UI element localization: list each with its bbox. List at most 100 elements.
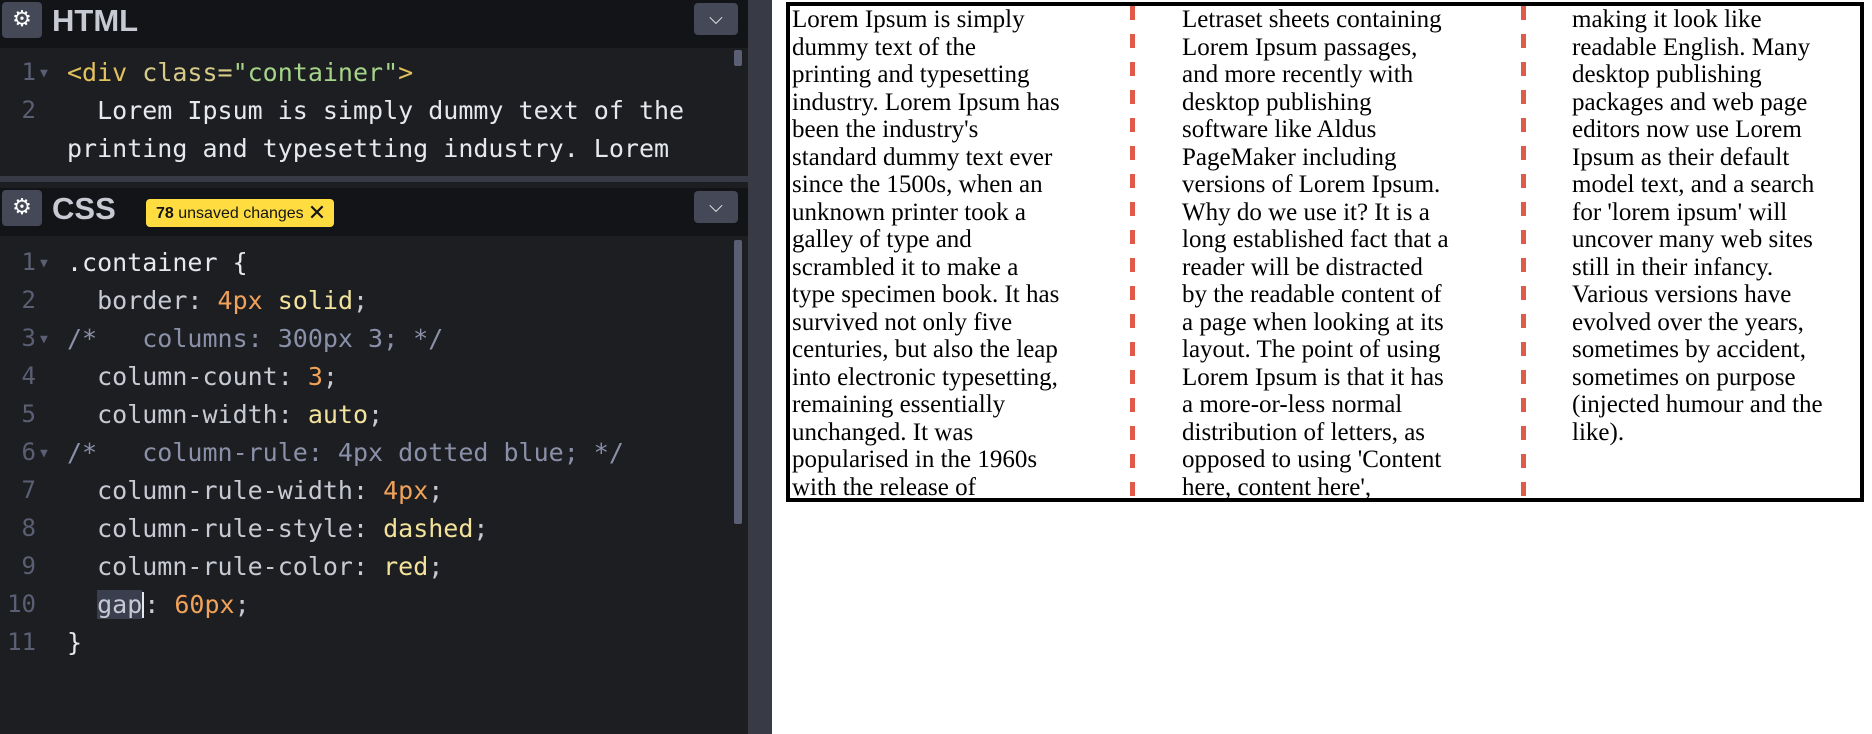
html-attr: class= [127,58,233,87]
panel-separator[interactable] [0,176,748,182]
preview-text-line: scrambled it to make a [792,253,1019,281]
css-scrollbar[interactable] [734,240,742,524]
line-number: 4 [21,362,36,390]
html-panel-header: ⚙ HTML ⌵ [0,0,748,48]
css-panel-header: ⚙ CSS ⌵ [0,188,748,236]
code-editor: ⚙ HTML ⌵ 1 ▼ <div class="container"> 2 L… [0,0,748,734]
html-tag-close: > [398,58,414,87]
resize-divider[interactable] [748,0,772,734]
css-value-kw: solid [277,286,354,315]
code-line: <div class="container"> [67,58,413,87]
preview-text-line: layout. The point of using [1182,336,1441,363]
html-settings-gear-icon[interactable]: ⚙ [2,2,42,38]
line-number: 1 [21,58,36,86]
unsaved-text: unsaved changes [178,205,304,222]
fold-arrow-icon[interactable]: ▼ [40,332,48,347]
css-property: column-count [67,362,278,391]
code-line: column-rule-width: 4px; [67,476,444,505]
preview-text-line: (injected humour and the [1572,391,1823,418]
preview-text-line: Lorem Ipsum is simply [792,6,1025,33]
preview-text-line: opposed to using 'Content [1182,446,1442,473]
css-settings-gear-icon[interactable]: ⚙ [2,190,42,226]
preview-text-line: industry. Lorem Ipsum has [792,88,1060,116]
code-line: gap: 60px; [97,590,250,619]
preview-text-line: dummy text of the [792,33,976,61]
preview-text-line: long established fact that a [1182,226,1449,253]
line-number: 6 [21,438,36,466]
preview-text-line: been the industry's [792,116,979,143]
css-value-num: 60px [174,590,235,619]
preview-text-line: here, content here', [1182,473,1372,501]
preview-text-line: still in their infancy. [1572,253,1774,281]
preview-text-line: and more recently with [1182,61,1414,88]
line-number: 7 [21,476,36,504]
css-panel-title: CSS [52,191,116,226]
preview-text-line: into electronic typesetting, [792,363,1058,391]
unsaved-changes-badge[interactable]: 78 unsaved changes ✕ [146,199,335,227]
preview-column-1: Lorem Ipsum is simply dummy text of the pr… [792,6,1092,501]
unsaved-count: 78 [156,205,174,222]
line-number: 2 [21,286,36,314]
preview-text-line: Ipsum as their default [1572,143,1790,171]
preview-column-2: Letraset sheets containing Lorem Ipsum pa… [1182,6,1482,501]
preview-text-line: centuries, but also the leap [792,336,1058,363]
fold-arrow-icon[interactable]: ▼ [40,446,48,461]
preview-text-line: sometimes by accident, [1572,336,1806,363]
preview-text-line: evolved over the years, [1572,308,1804,336]
preview-text-line: desktop publishing [1572,61,1762,88]
code-comment: /* column-rule: 4px dotted blue; */ [67,438,624,467]
css-value-kw: auto [307,400,369,429]
html-panel-title: HTML [52,3,139,38]
code-line: column-rule-style: dashed; [67,514,489,543]
code-line: column-width: auto; [67,400,384,429]
preview-text-line: standard dummy text ever [792,143,1053,171]
preview-text-line: survived not only five [792,308,1013,336]
css-property-highlighted: gap [97,590,143,619]
code-line: column-rule-color: red; [67,552,444,581]
preview-text-line: readable English. Many [1572,33,1811,61]
css-property: column-rule-style [67,514,353,543]
preview-text-line: a more-or-less normal [1182,391,1403,418]
preview-text-line: unknown printer took a [792,198,1026,226]
html-collapse-chevron-down-icon[interactable]: ⌵ [694,3,738,35]
fold-arrow-icon[interactable]: ▼ [40,256,48,271]
html-scrollbar[interactable] [734,50,742,66]
css-selector: .container [67,248,218,277]
preview-text-line: Lorem Ipsum is that it has [1182,363,1444,391]
code-line: } [67,628,83,657]
preview-text-line: since the 1500s, when an [792,171,1043,198]
line-number: 9 [21,552,36,580]
line-number: 1 [21,248,36,276]
preview-text-line: popularised in the 1960s [792,446,1038,473]
css-collapse-chevron-down-icon[interactable]: ⌵ [694,191,738,223]
css-property: column-width [67,400,278,429]
preview-text-line: model text, and a search [1572,171,1815,198]
html-code-area[interactable]: 1 ▼ <div class="container"> 2 Lorem Ipsu… [0,48,748,176]
line-number: 8 [21,514,36,542]
preview-text-line: galley of type and [792,226,972,253]
preview-text-line: PageMaker including [1182,143,1397,171]
css-value-num: 4px [383,476,429,505]
preview-text-line: versions of Lorem Ipsum. [1182,171,1441,198]
line-number: 5 [21,400,36,428]
css-code-area[interactable]: 1 ▼ .container { 2 border: 4px solid; 3 … [0,236,748,734]
preview-text-line: Lorem Ipsum passages, [1182,33,1418,61]
close-icon[interactable]: ✕ [308,200,326,225]
preview-text-line: a page when looking at its [1182,308,1444,336]
preview-text-line: editors now use Lorem [1572,116,1802,143]
preview-text-line: type specimen book. It has [792,281,1060,308]
preview-container: Lorem Ipsum is simply dummy text of the pr… [786,2,1864,502]
preview-text-line: unchanged. It was [792,418,974,446]
line-number: 3 [21,324,36,352]
css-value-kw: dashed [383,514,474,543]
preview-text-line: Letraset sheets containing [1182,6,1442,33]
css-value-kw: red [383,552,429,581]
line-number: 2 [21,96,36,124]
preview-text-line: making it look like [1572,6,1762,33]
column-rule [1521,6,1526,502]
fold-arrow-icon[interactable]: ▼ [40,66,48,81]
preview-text-line: printing and typesetting [792,61,1030,88]
preview-text-line: reader will be distracted [1182,253,1423,281]
preview-text-line: like). [1572,418,1625,446]
preview-text-line: desktop publishing [1182,88,1372,116]
